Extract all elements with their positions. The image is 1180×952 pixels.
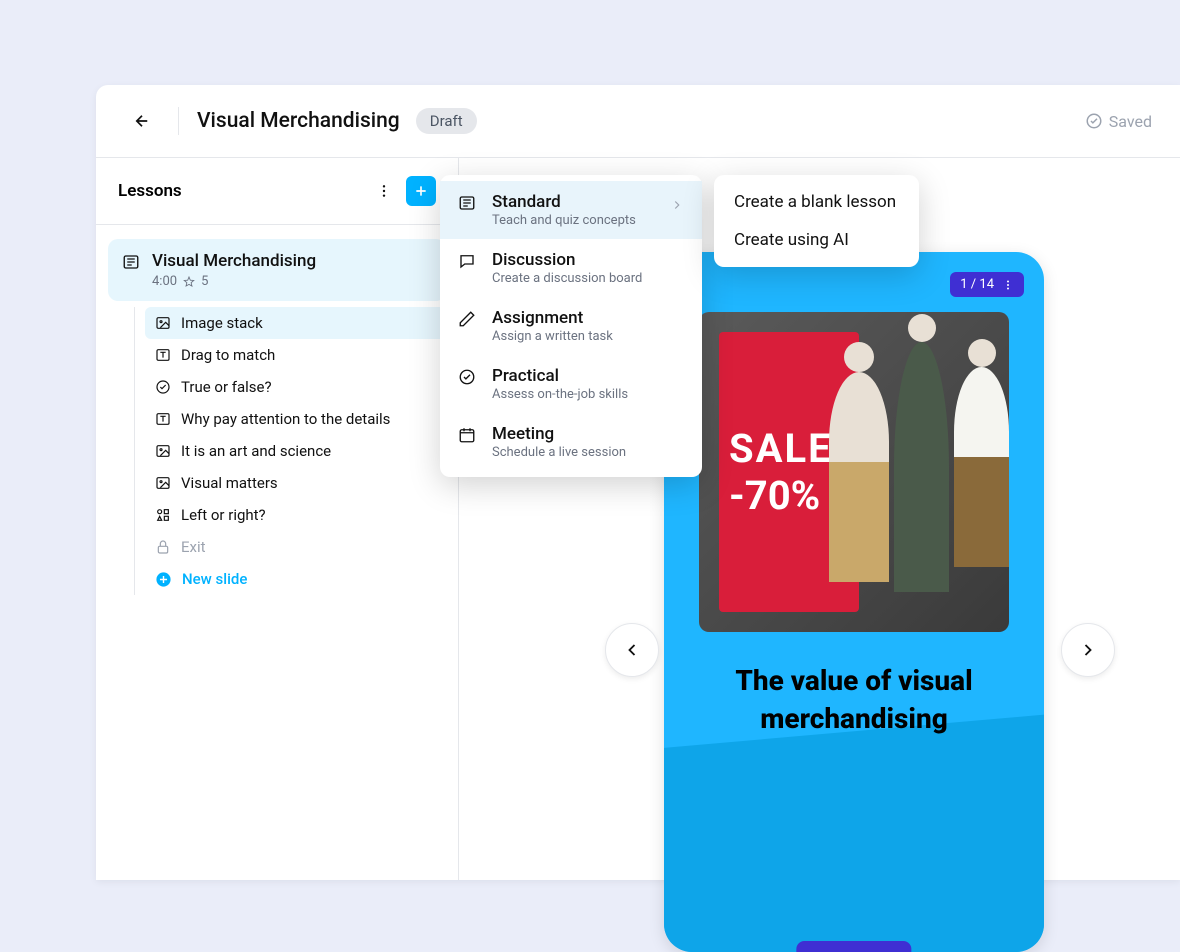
lesson-rating: 5 (201, 274, 208, 289)
slide-label: Image stack (181, 314, 263, 332)
plus-icon (413, 183, 429, 199)
menu-title: Discussion (492, 250, 684, 270)
chevron-left-icon (622, 640, 642, 660)
slide-item[interactable]: Why pay attention to the details (145, 403, 446, 435)
check-circle-icon (155, 379, 171, 395)
mannequin-icon (894, 342, 949, 592)
learn-more-button[interactable]: Learn more (796, 941, 911, 952)
menu-title: Assignment (492, 308, 684, 328)
slide-label: True or false? (181, 378, 272, 396)
menu-title: Standard (492, 192, 656, 212)
lessons-heading: Lessons (118, 181, 182, 201)
slide-item[interactable]: Exit (145, 531, 446, 563)
page-indicator[interactable]: 1 / 14 (950, 272, 1024, 297)
new-slide-label: New slide (182, 570, 247, 588)
menu-item-practical[interactable]: PracticalAssess on-the-job skills (440, 355, 702, 413)
lessons-sidebar: Lessons Visual Merchandising 4:00 (96, 158, 459, 880)
menu-desc: Assess on-the-job skills (492, 387, 684, 402)
status-badge: Draft (416, 108, 477, 134)
slide-label: Exit (181, 538, 206, 556)
menu-desc: Create a discussion board (492, 271, 684, 286)
image-icon (155, 443, 171, 459)
device-preview: 1 / 14 SALE -70% The value of visual mer… (664, 252, 1044, 952)
slide-title: The value of visual merchandising (684, 662, 1024, 738)
lesson-title: Visual Merchandising (152, 251, 316, 271)
slide-item[interactable]: Drag to match (145, 339, 446, 371)
menu-item-blank-lesson[interactable]: Create a blank lesson (714, 183, 919, 221)
more-vertical-icon (376, 183, 392, 199)
slide-label: It is an art and science (181, 442, 331, 460)
prev-slide-button[interactable] (605, 623, 659, 677)
menu-item-discussion[interactable]: DiscussionCreate a discussion board (440, 239, 702, 297)
divider (178, 107, 179, 135)
mannequin-icon (954, 367, 1009, 497)
lesson-card[interactable]: Visual Merchandising 4:00 5 (108, 239, 446, 301)
create-lesson-menu: Create a blank lesson Create using AI (714, 175, 919, 267)
menu-title: Practical (492, 366, 684, 386)
clipboard-check-icon (458, 368, 476, 386)
menu-item-meeting[interactable]: MeetingSchedule a live session (440, 413, 702, 471)
chat-icon (458, 252, 476, 270)
menu-desc: Schedule a live session (492, 445, 684, 460)
calendar-icon (458, 426, 476, 444)
slide-image: SALE -70% (699, 312, 1009, 632)
image-icon (155, 315, 171, 331)
lock-icon (155, 539, 171, 555)
menu-item-assignment[interactable]: AssignmentAssign a written task (440, 297, 702, 355)
text-icon (155, 411, 171, 427)
slide-label: Why pay attention to the details (181, 410, 390, 428)
arrow-left-icon (133, 112, 151, 130)
pencil-icon (458, 310, 476, 328)
menu-title: Meeting (492, 424, 684, 444)
lesson-icon (122, 253, 140, 289)
menu-item-standard[interactable]: StandardTeach and quiz concepts (440, 181, 702, 239)
menu-item-create-ai[interactable]: Create using AI (714, 221, 919, 259)
lesson-type-menu: StandardTeach and quiz concepts Discussi… (440, 175, 702, 477)
slide-label: Visual matters (181, 474, 278, 492)
lessons-more-button[interactable] (372, 179, 396, 203)
slide-label: Left or right? (181, 506, 266, 524)
next-slide-button[interactable] (1061, 623, 1115, 677)
slide-item[interactable]: Visual matters (145, 467, 446, 499)
menu-desc: Teach and quiz concepts (492, 213, 656, 228)
chevron-right-icon (670, 198, 684, 212)
app-header: Visual Merchandising Draft Saved (96, 85, 1180, 158)
slide-label: Drag to match (181, 346, 275, 364)
saved-indicator: Saved (1085, 112, 1152, 131)
add-lesson-button[interactable] (406, 176, 436, 206)
new-slide-button[interactable]: New slide (145, 563, 446, 595)
back-button[interactable] (124, 103, 160, 139)
page-count: 1 / 14 (960, 277, 994, 292)
menu-desc: Assign a written task (492, 329, 684, 344)
slide-item[interactable]: Image stack (145, 307, 446, 339)
document-icon (458, 194, 476, 212)
check-circle-icon (1085, 112, 1103, 130)
lesson-duration: 4:00 (152, 274, 177, 289)
saved-label: Saved (1109, 112, 1152, 131)
chevron-right-icon (1078, 640, 1098, 660)
more-vertical-icon (1002, 279, 1014, 291)
text-icon (155, 347, 171, 363)
slide-item[interactable]: True or false? (145, 371, 446, 403)
star-icon (183, 276, 195, 288)
plus-circle-icon (155, 571, 172, 588)
slide-item[interactable]: It is an art and science (145, 435, 446, 467)
shapes-icon (155, 507, 171, 523)
page-title: Visual Merchandising (197, 109, 400, 133)
slide-item[interactable]: Left or right? (145, 499, 446, 531)
image-icon (155, 475, 171, 491)
mannequin-icon (829, 372, 889, 512)
